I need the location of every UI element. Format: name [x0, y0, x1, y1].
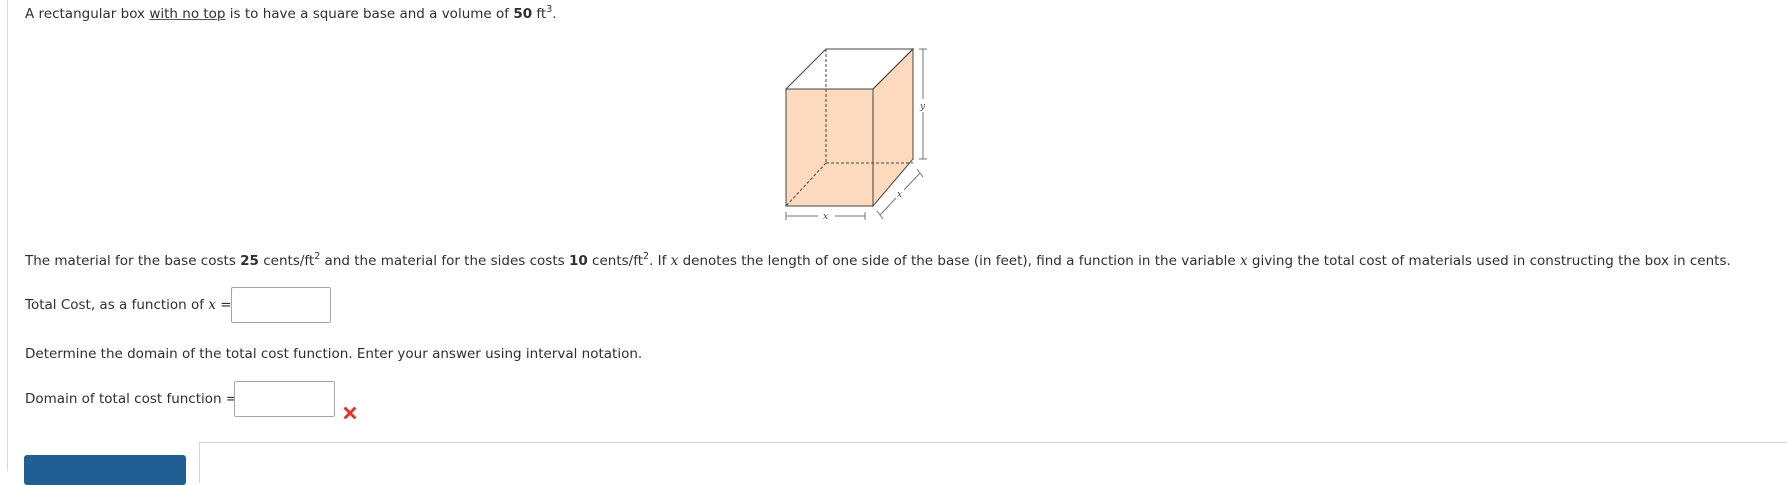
- submit-answer-button[interactable]: [24, 455, 186, 485]
- domain-label: Domain of total cost function =: [25, 391, 238, 407]
- domain-input[interactable]: [234, 381, 335, 417]
- label-x-side: x: [897, 190, 902, 200]
- total-cost-label: Total Cost, as a function of x =: [25, 297, 232, 313]
- label-x-front: x: [823, 212, 828, 222]
- notes-panel: [199, 442, 1787, 483]
- question-intro: A rectangular box with no top is to have…: [25, 4, 557, 22]
- label-y: y: [919, 102, 926, 112]
- material-cost-statement: The material for the base costs 25 cents…: [25, 251, 1731, 269]
- open-box-figure: y x x: [784, 47, 927, 222]
- total-cost-input[interactable]: [231, 287, 331, 323]
- incorrect-x-icon: [344, 407, 356, 419]
- box-side-face: [872, 47, 914, 208]
- with-no-top-link[interactable]: with no top: [149, 6, 225, 22]
- box-front-face: [785, 88, 874, 207]
- domain-prompt: Determine the domain of the total cost f…: [25, 346, 643, 362]
- page-left-border: [7, 0, 8, 471]
